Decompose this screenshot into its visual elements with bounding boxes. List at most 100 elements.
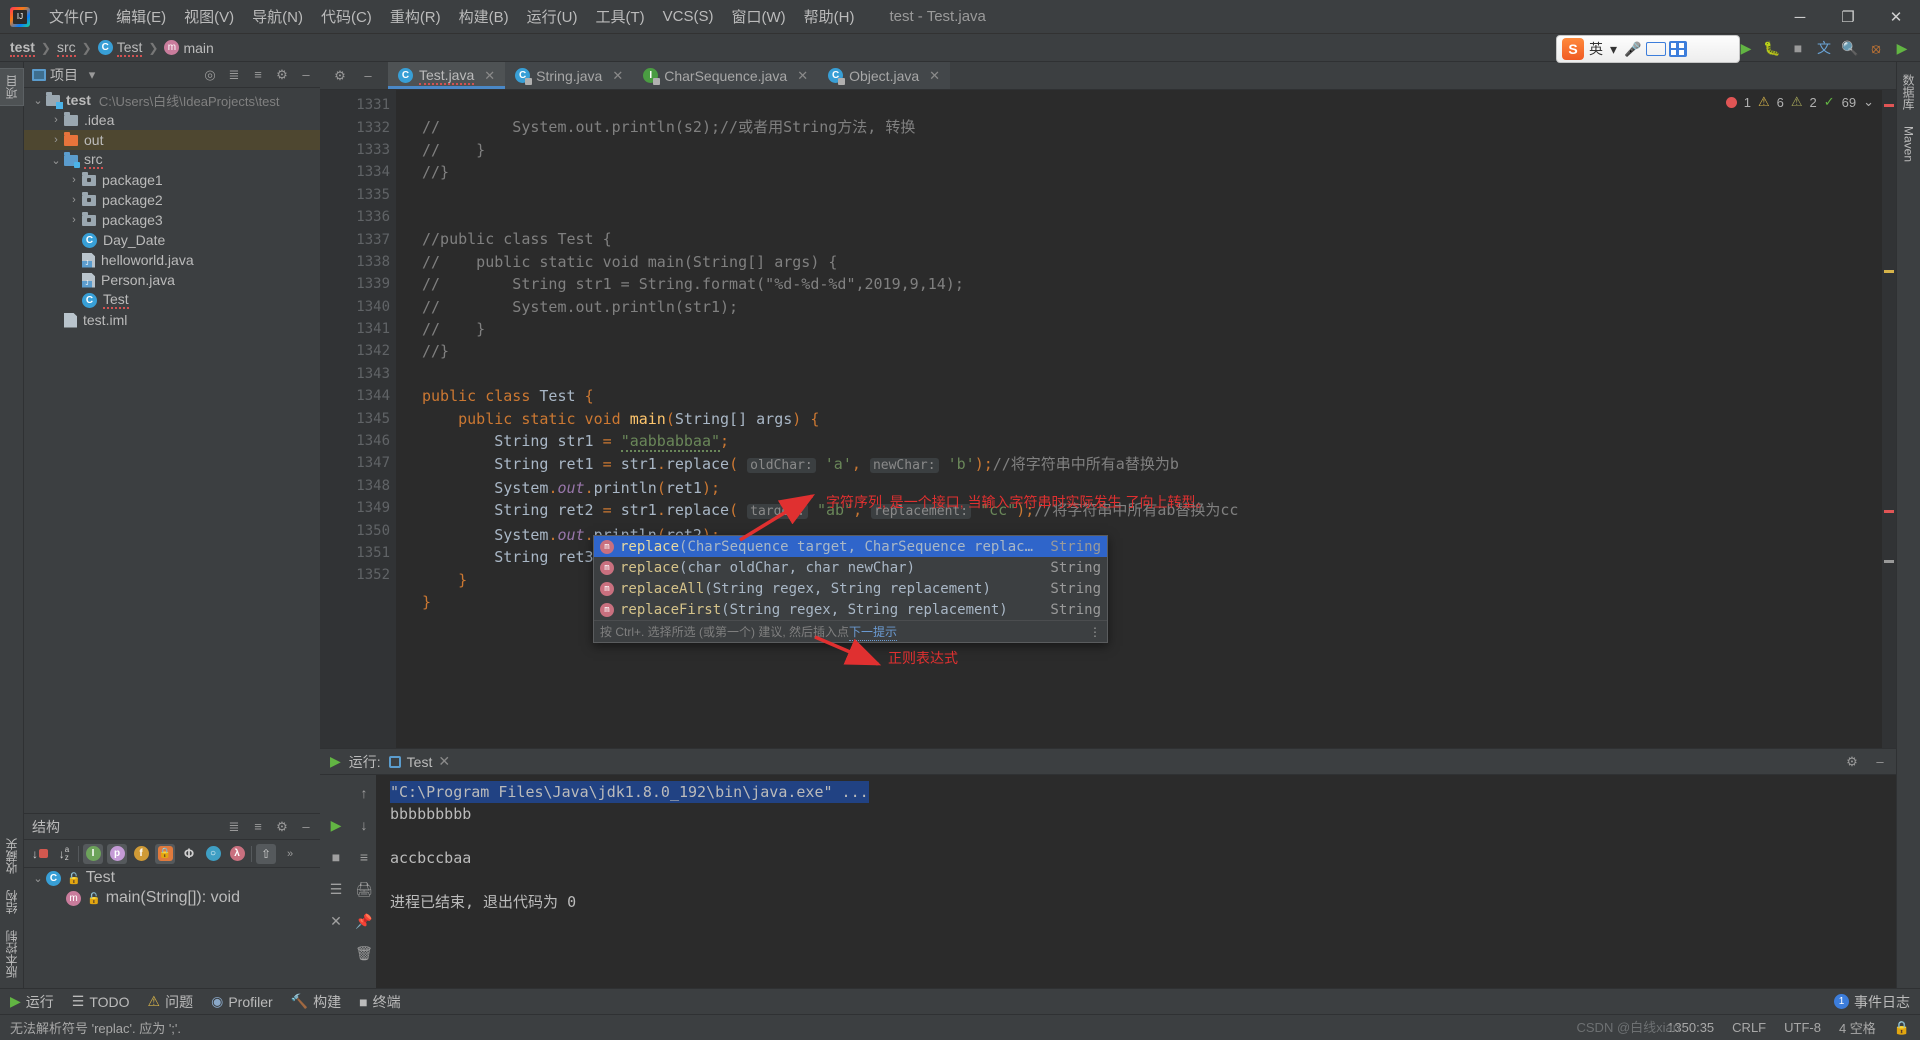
line-number[interactable]: 1345 <box>320 407 396 429</box>
menu-item-view[interactable]: 视图(V) <box>175 2 243 31</box>
trash-icon[interactable]: 🗑 <box>354 943 374 963</box>
bottom-tab-problems[interactable]: ⚠ 问题 <box>148 992 194 1012</box>
structure-tree[interactable]: ⌄🔓Test›🔓main(String[]): void <box>24 868 320 988</box>
chevron-down-icon[interactable]: ⌄ <box>48 154 64 167</box>
todo-marker[interactable] <box>1884 560 1894 563</box>
line-number[interactable]: 1332 <box>320 116 396 138</box>
hide-icon[interactable]: ‒ <box>1870 752 1890 772</box>
chevron-right-icon[interactable]: › <box>66 214 82 226</box>
indent-setting[interactable]: 4 空格 <box>1839 1018 1876 1037</box>
sidebar-item-database[interactable]: 数据库 <box>1897 68 1920 116</box>
show-anonymous-icon[interactable]: ○ <box>203 844 223 864</box>
collapse-all-icon[interactable]: ≡ <box>248 817 268 837</box>
bottom-tab-todo[interactable]: ☰ TODO <box>72 993 130 1010</box>
gear-icon[interactable]: ⚙ <box>272 65 292 85</box>
show-properties-icon[interactable]: p <box>107 843 127 864</box>
tree-node-package3[interactable]: › package3 <box>24 210 320 230</box>
close-icon[interactable]: ✕ <box>612 68 623 84</box>
line-number[interactable]: 1333 <box>320 139 396 161</box>
file-encoding[interactable]: UTF-8 <box>1784 1020 1821 1035</box>
line-number-gutter[interactable]: 1331 1332 1333 1334 1335 1336 1337 1338 1339 1340… <box>320 90 426 748</box>
line-number[interactable]: 1331 <box>320 94 396 116</box>
sort-alphabetically-icon[interactable]: ↓ a z <box>54 844 74 864</box>
inspection-widget[interactable]: 1 ⚠ 6 ⚠ 2 ✓ 69 ⌄ <box>1725 94 1874 110</box>
tab-string-java[interactable]: String.java ✕ <box>505 62 634 89</box>
line-number[interactable]: 1339 <box>320 273 396 295</box>
error-marker[interactable] <box>1884 104 1894 107</box>
menu-item-window[interactable]: 窗口(W) <box>722 2 794 31</box>
line-number[interactable]: 1335 <box>320 184 396 206</box>
more-icon[interactable]: ⋮ <box>1089 625 1101 639</box>
menu-item-run[interactable]: 运行(U) <box>518 2 587 31</box>
error-marker[interactable] <box>1884 510 1894 513</box>
breadcrumb-method[interactable]: main <box>164 40 214 56</box>
sort-by-visibility-icon[interactable]: ↓ <box>30 844 50 864</box>
tab-test-java[interactable]: Test.java ✕ <box>388 62 506 89</box>
sidebar-item-structure[interactable]: 结构 <box>0 884 23 920</box>
show-inherited-icon[interactable]: I <box>83 843 103 864</box>
keyboard-icon[interactable] <box>1646 42 1667 56</box>
chevron-right-icon[interactable]: › <box>48 114 64 126</box>
completion-next-hint-link[interactable]: 下一提示 <box>849 623 898 641</box>
line-separator[interactable]: CRLF <box>1732 1020 1766 1035</box>
menu-item-navigate[interactable]: 导航(N) <box>243 2 312 31</box>
bottom-tab-run[interactable]: ▶ 运行 <box>10 992 54 1012</box>
tab-charsequence-java[interactable]: CharSequence.java ✕ <box>633 62 819 89</box>
locate-icon[interactable]: ◎ <box>200 65 220 85</box>
chevron-down-icon[interactable]: ⌄ <box>30 872 46 885</box>
bottom-tab-terminal[interactable]: ■ 终端 <box>359 992 400 1012</box>
debug-icon[interactable]: 🐛 <box>1760 36 1784 60</box>
close-icon[interactable]: ✕ <box>438 753 450 770</box>
show-non-public-icon[interactable]: 🔒 <box>155 843 175 864</box>
breadcrumb-src[interactable]: src <box>56 39 76 57</box>
structure-node-test[interactable]: ⌄ 🔓 Test <box>24 868 320 888</box>
expand-all-icon[interactable]: ≣ <box>224 65 244 85</box>
chevron-right-icon[interactable]: › <box>66 234 82 246</box>
line-number[interactable]: 1341⌂ <box>320 318 410 340</box>
menu-item-edit[interactable]: 编辑(E) <box>107 2 175 31</box>
hide-icon[interactable]: ‒ <box>296 65 316 85</box>
menu-item-code[interactable]: 代码(C) <box>312 2 381 31</box>
scroll-to-end-icon[interactable]: ≡ <box>354 847 374 867</box>
chevron-down-icon[interactable]: ▾ <box>1608 41 1619 58</box>
chevron-right-icon[interactable]: › <box>66 274 82 286</box>
gear-icon[interactable]: ⚙ <box>330 66 350 86</box>
sidebar-item-project[interactable]: 项目 <box>0 68 24 106</box>
line-number[interactable]: 1344⊟ <box>320 385 426 407</box>
tree-node-test-iml[interactable]: › test.iml <box>24 310 320 330</box>
line-number[interactable]: 1348 <box>320 475 396 497</box>
sidebar-item-maven[interactable]: Maven <box>1899 120 1919 168</box>
line-number[interactable]: 1343 <box>320 363 412 385</box>
chevron-down-icon[interactable]: ▾ <box>82 65 102 85</box>
group-methods-icon[interactable]: 𝚽 <box>179 844 199 864</box>
menu-item-build[interactable]: 构建(B) <box>450 2 518 31</box>
hide-icon[interactable]: ‒ <box>296 817 316 837</box>
code-completion-popup[interactable]: m replace (CharSequence target, CharSequen… <box>593 535 1108 643</box>
sidebar-item-version-control[interactable]: 版本控制 <box>0 924 23 984</box>
sogou-ime-bar[interactable]: 英 ▾ 🎤 <box>1556 35 1740 63</box>
down-icon[interactable]: ↓ <box>354 815 374 835</box>
chevron-right-icon[interactable]: › <box>66 254 82 266</box>
event-log-button[interactable]: 1 事件日志 <box>1834 992 1910 1012</box>
structure-node-main[interactable]: › 🔓 main(String[]): void <box>24 888 320 908</box>
breadcrumb-test[interactable]: test <box>10 39 35 57</box>
chevron-right-icon[interactable]: › <box>66 294 82 306</box>
line-number[interactable]: 1336 <box>320 206 396 228</box>
line-number[interactable]: 1334 <box>320 161 396 183</box>
collapse-all-icon[interactable]: ≡ <box>248 65 268 85</box>
tree-node--idea[interactable]: › .idea <box>24 110 320 130</box>
menu-item-tools[interactable]: 工具(T) <box>586 2 653 31</box>
project-tree[interactable]: ⌄ test C:\Users\白线\IdeaProjects\test › .idea… <box>24 88 320 813</box>
bottom-tab-build[interactable]: 🔨 构建 <box>291 992 341 1012</box>
line-number[interactable]: 1349 <box>320 497 396 519</box>
mic-icon[interactable]: 🎤 <box>1622 41 1643 58</box>
run-console[interactable]: "C:\Program Files\Java\jdk1.8.0_192\bin\… <box>376 775 1896 988</box>
line-number[interactable]: 1346 <box>320 430 396 452</box>
translate-icon[interactable]: 文 <box>1812 36 1836 60</box>
expand-all-icon[interactable]: ≣ <box>224 817 244 837</box>
stop-icon[interactable]: ■ <box>1786 36 1810 60</box>
menu-item-refactor[interactable]: 重构(R) <box>381 2 450 31</box>
chevron-down-icon[interactable]: ⌄ <box>30 94 46 107</box>
tree-node-person-java[interactable]: › Person.java <box>24 270 320 290</box>
filter-icon[interactable]: ☰ <box>326 879 346 899</box>
